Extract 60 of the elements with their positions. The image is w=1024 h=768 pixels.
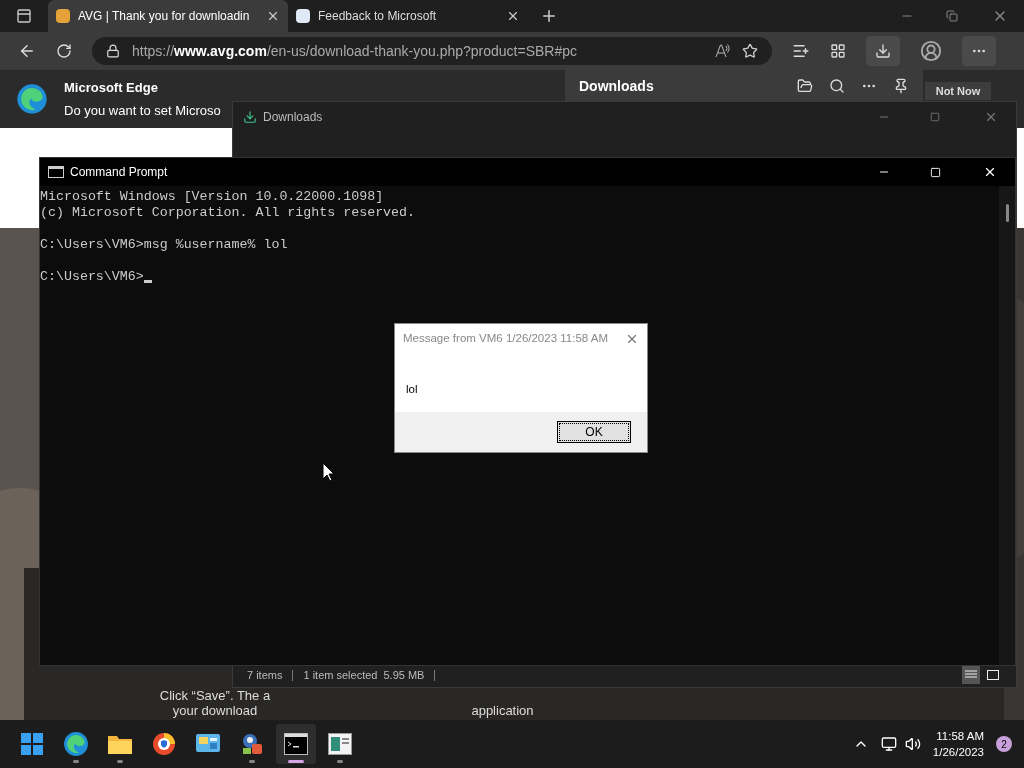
window-title: Command Prompt <box>70 164 169 181</box>
clock[interactable]: 11:58 AM 1/26/2023 <box>932 728 984 760</box>
open-folder-icon[interactable] <box>797 78 813 94</box>
collections-icon[interactable] <box>830 43 846 59</box>
add-favorite-icon[interactable] <box>742 43 758 59</box>
download-icon <box>243 110 257 124</box>
terminal-line: C:\Users\VM6> <box>40 269 144 285</box>
back-icon[interactable] <box>18 42 36 60</box>
tab-actions-icon[interactable] <box>16 8 32 24</box>
notification-badge[interactable]: 2 <box>996 736 1012 752</box>
site-favicon-icon <box>56 9 70 23</box>
terminal-line: Microsoft Windows [Version 10.0.22000.1098] <box>40 189 384 205</box>
network-icon[interactable] <box>880 736 897 752</box>
list-view-icon <box>965 670 977 680</box>
tiles-view-icon <box>987 670 999 680</box>
search-icon[interactable] <box>829 78 845 94</box>
terminal-line: C:\Users\VM6>msg %username% lol <box>40 237 288 253</box>
selection-status: 1 item selected <box>303 667 378 683</box>
downloads-button[interactable] <box>866 36 900 66</box>
step-text: application <box>471 703 534 718</box>
volume-icon[interactable] <box>904 736 921 752</box>
step-text: Click “Save”. The a <box>159 688 271 703</box>
mouse-pointer-icon <box>322 462 334 482</box>
ok-button[interactable]: OK <box>557 421 631 443</box>
profile-icon[interactable] <box>920 40 942 62</box>
scrollbar[interactable] <box>999 186 1015 665</box>
browser-tab[interactable]: AVG | Thank you for downloadin <box>48 0 288 32</box>
refresh-icon[interactable] <box>56 43 72 59</box>
terminal-icon[interactable] <box>284 733 308 755</box>
restore-icon[interactable] <box>946 10 958 22</box>
dialog-message: lol <box>406 383 418 395</box>
item-count: 7 items <box>247 667 283 683</box>
read-aloud-icon[interactable] <box>714 43 730 59</box>
pin-icon[interactable] <box>893 78 909 94</box>
page-favicon-icon <box>296 9 310 23</box>
dialog-title: Message from VM6 1/26/2023 11:58 AM <box>403 331 609 347</box>
close-tab-icon[interactable] <box>266 9 280 23</box>
app-window-icon[interactable] <box>328 733 352 755</box>
download-icon <box>875 43 891 59</box>
flyout-title: Downloads <box>579 76 655 96</box>
window-title: Downloads <box>263 109 324 126</box>
terminal-line: (c) Microsoft Corporation. All rights reserved. <box>40 205 416 221</box>
new-tab-icon[interactable] <box>540 7 558 25</box>
infobar-message: Do you want to set Microso <box>64 102 221 120</box>
browser-icon[interactable] <box>152 732 176 756</box>
selection-size: 5.95 MB <box>383 667 425 683</box>
address-bar[interactable]: https://www.avg.com/en-us/download-thank-you.php?product=SBR#pc <box>92 37 772 65</box>
browser-tab[interactable]: Feedback to Microsoft <box>288 0 528 32</box>
taskbar-app[interactable] <box>276 724 316 764</box>
edge-icon <box>16 83 48 115</box>
edge-icon[interactable] <box>63 731 89 757</box>
close-icon[interactable] <box>983 165 997 179</box>
infobar-title: Microsoft Edge <box>64 78 159 97</box>
step-text: your download <box>172 703 258 718</box>
terminal-icon <box>48 166 64 178</box>
close-tab-icon[interactable] <box>506 9 520 23</box>
not-now-button[interactable]: Not Now <box>925 82 991 100</box>
lock-icon <box>106 44 120 58</box>
favorites-icon[interactable] <box>792 42 810 60</box>
start-icon[interactable] <box>20 732 44 756</box>
